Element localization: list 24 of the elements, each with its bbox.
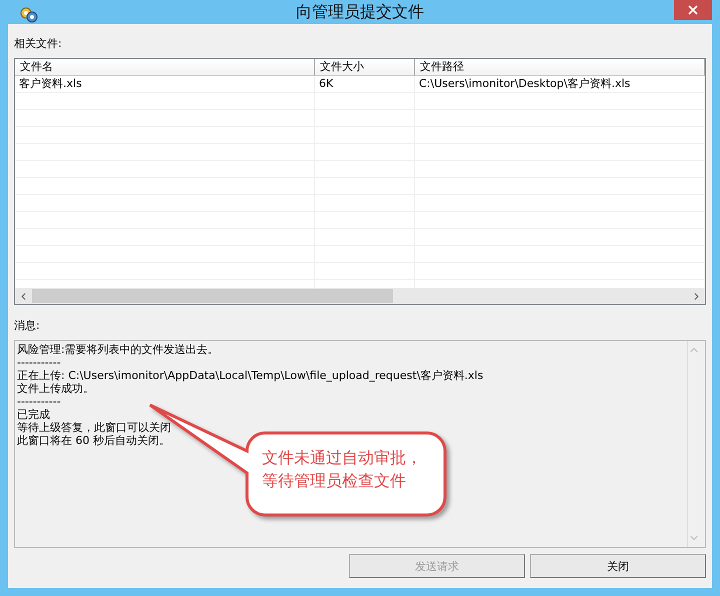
message-line: 正在上传: C:\Users\imonitor\AppData\Local\Temp\Low\file_upload_request\客户资料.xls (17, 369, 484, 382)
messages-label: 消息: (14, 318, 40, 333)
gears-icon (20, 7, 38, 23)
table-cell-text: 客户资料.xls (18, 76, 83, 92)
window-title: 向管理员提交文件 (296, 2, 424, 22)
message-line: 此窗口将在 60 秒后自动关闭。 (17, 434, 170, 447)
close-dialog-button[interactable]: 关闭 (530, 554, 706, 578)
message-line: 等待上级答复，此窗口可以关闭 (17, 421, 171, 434)
table-cell-text: C:\Users\imonitor\Desktop\客户资料.xls (418, 76, 632, 92)
message-line: 文件上传成功。 (17, 382, 94, 395)
column-header[interactable]: 文件大小 (315, 59, 415, 76)
column-header[interactable]: 文件路径 (415, 59, 705, 76)
callout-text: 文件未通过自动审批， (262, 447, 422, 469)
message-line: ----------- (17, 395, 61, 408)
callout-text: 等待管理员检查文件 (262, 470, 407, 492)
message-line: 风险管理:需要将列表中的文件发送出去。 (17, 343, 219, 356)
close-icon (686, 3, 700, 17)
close-button[interactable] (674, 0, 712, 20)
horizontal-scrollbar[interactable] (15, 288, 705, 304)
message-line: 已完成 (17, 408, 50, 421)
message-line: ----------- (17, 356, 61, 369)
column-header[interactable]: 文件名 (15, 59, 315, 76)
files-label: 相关文件: (14, 36, 62, 51)
table-cell-text: 6K (318, 76, 334, 92)
